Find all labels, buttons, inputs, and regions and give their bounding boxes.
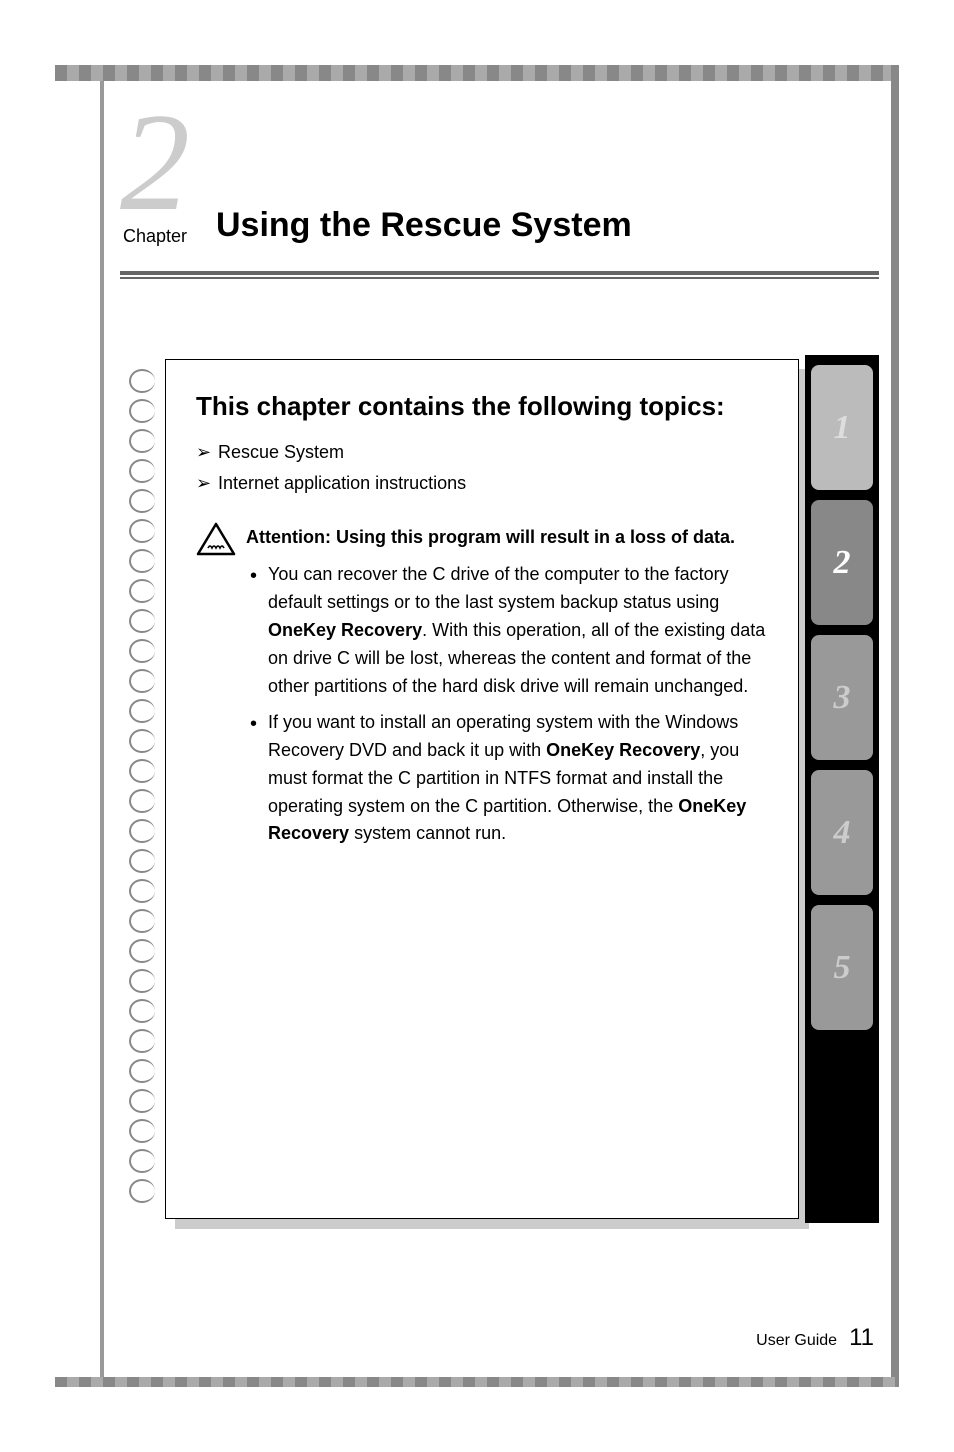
bullet-text-pre: You can recover the C drive of the compu… — [268, 564, 729, 612]
page-content: 2 Chapter Using the Rescue System This c… — [120, 100, 879, 1367]
content-card: This chapter contains the following topi… — [165, 359, 879, 1219]
bullet-text-bold: OneKey Recovery — [546, 740, 700, 760]
bottom-border-decoration — [55, 1377, 899, 1387]
page-number: 11 — [849, 1324, 874, 1352]
chapter-label: Chapter — [120, 226, 190, 253]
section-tab-4[interactable]: 4 — [811, 770, 873, 895]
top-border-decoration — [55, 65, 899, 81]
attention-bullets: You can recover the C drive of the compu… — [246, 561, 776, 848]
section-tab-5[interactable]: 5 — [811, 905, 873, 1030]
section-tab-1[interactable]: 1 — [811, 365, 873, 490]
card-shadow-bottom — [175, 1219, 809, 1229]
spiral-binding-decoration — [129, 369, 159, 1203]
bullet-item: You can recover the C drive of the compu… — [250, 561, 776, 700]
chapter-title: Using the Rescue System — [210, 206, 632, 253]
topic-item: Internet application instructions — [196, 473, 776, 494]
attention-block: Attention: Using this program will resul… — [196, 524, 776, 848]
bullet-text-bold: OneKey Recovery — [268, 620, 422, 640]
section-tabs: 1 2 3 4 5 — [805, 355, 879, 1223]
attention-icon — [196, 522, 236, 558]
chapter-number-column: 2 Chapter — [120, 100, 190, 253]
section-tab-3[interactable]: 3 — [811, 635, 873, 760]
right-border-decoration — [891, 65, 899, 1387]
topics-box: This chapter contains the following topi… — [165, 359, 799, 1219]
chapter-header-block: 2 Chapter Using the Rescue System — [120, 100, 879, 275]
chapter-number: 2 — [120, 100, 190, 226]
left-inner-line — [100, 81, 104, 1377]
section-tab-2[interactable]: 2 — [811, 500, 873, 625]
bullet-text-post: system cannot run. — [349, 823, 506, 843]
page-footer: User Guide 11 — [756, 1324, 874, 1352]
topic-item: Rescue System — [196, 442, 776, 463]
bullet-item: If you want to install an operating syst… — [250, 709, 776, 848]
topics-heading: This chapter contains the following topi… — [196, 388, 776, 424]
chapter-header-underline — [120, 275, 879, 279]
attention-title: Attention: Using this program will resul… — [246, 524, 776, 551]
footer-label: User Guide — [756, 1332, 837, 1350]
